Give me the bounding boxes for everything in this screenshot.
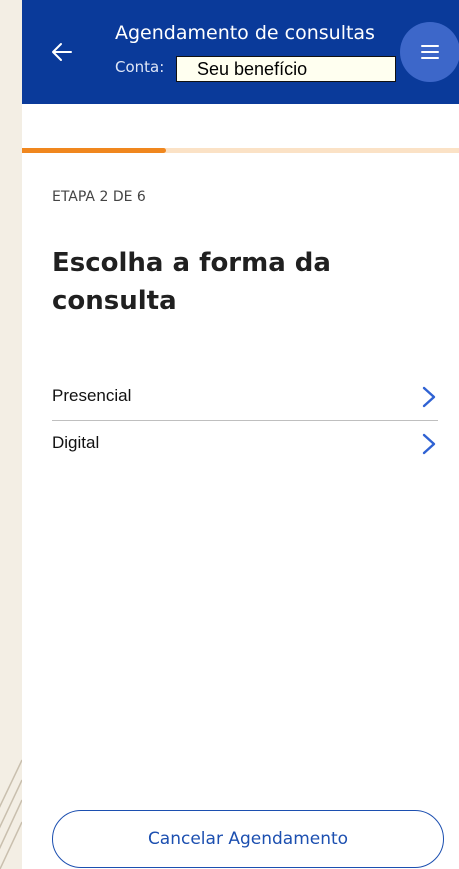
option-label: Digital xyxy=(52,433,100,452)
app-screen: Agendamento de consultas Conta: Seu bene… xyxy=(22,0,459,869)
arrow-left-icon xyxy=(52,43,72,61)
option-presencial[interactable]: Presencial xyxy=(52,374,438,420)
step-indicator: ETAPA 2 DE 6 xyxy=(52,189,146,205)
progress-bar xyxy=(22,148,459,153)
option-label: Presencial xyxy=(52,386,132,405)
hamburger-menu-icon xyxy=(421,45,439,59)
back-button[interactable] xyxy=(44,34,80,70)
progress-fill xyxy=(22,148,167,153)
cancel-appointment-button[interactable]: Cancelar Agendamento xyxy=(52,810,444,868)
option-digital[interactable]: Digital xyxy=(52,420,438,467)
chevron-right-icon xyxy=(422,386,436,408)
app-header: Agendamento de consultas Conta: Seu bene… xyxy=(22,0,459,104)
page-heading: Escolha a forma da consulta xyxy=(52,248,331,316)
background-decoration xyxy=(0,759,22,869)
redaction-box: Seu benefício xyxy=(176,56,396,82)
chevron-right-icon xyxy=(422,433,436,455)
page-title: Agendamento de consultas xyxy=(115,22,375,44)
account-label: Conta: xyxy=(115,58,165,76)
menu-button[interactable] xyxy=(400,22,459,82)
consultation-options: Presencial Digital xyxy=(52,374,438,467)
